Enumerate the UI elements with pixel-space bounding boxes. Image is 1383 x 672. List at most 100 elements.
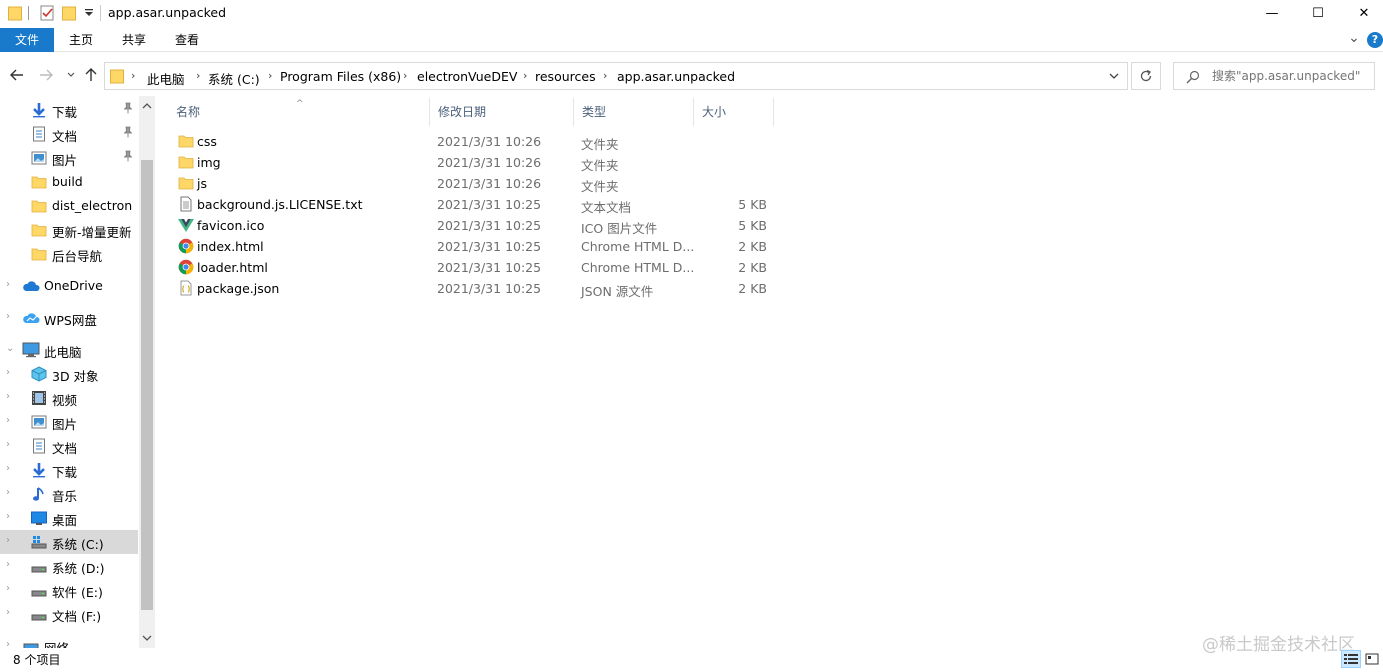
- tab-share[interactable]: 共享: [111, 28, 157, 52]
- nav-item-label: dist_electron: [52, 198, 133, 213]
- nav-item-wps[interactable]: › WPS网盘: [0, 306, 138, 330]
- file-name: favicon.ico: [197, 218, 265, 233]
- nav-item-pc-0[interactable]: › 3D 对象: [0, 362, 138, 386]
- large-icons-view-button[interactable]: [1362, 650, 1382, 668]
- scroll-down-icon[interactable]: [142, 635, 152, 642]
- column-name[interactable]: 名称 ^: [168, 98, 430, 126]
- file-row[interactable]: loader.html 2021/3/31 10:25 Chrome HTML D.…: [168, 257, 778, 278]
- breadcrumb-resources[interactable]: resources: [535, 69, 596, 84]
- nav-item-label: 图片: [52, 417, 78, 432]
- nav-item-onedrive[interactable]: › OneDrive: [0, 274, 138, 298]
- new-folder-icon[interactable]: [62, 5, 76, 21]
- breadcrumb-program-files[interactable]: Program Files (x86): [280, 69, 401, 84]
- nav-scrollbar[interactable]: [139, 96, 155, 648]
- refresh-button[interactable]: [1131, 62, 1161, 90]
- back-button[interactable]: [8, 66, 26, 84]
- tab-view[interactable]: 查看: [164, 28, 210, 52]
- file-date: 2021/3/31 10:25: [437, 281, 542, 296]
- nav-item-quick-5[interactable]: 更新-增量更新: [0, 218, 138, 242]
- recent-locations-button[interactable]: [62, 66, 80, 84]
- chevron-right-icon[interactable]: ›: [6, 311, 10, 322]
- nav-item-pc-7[interactable]: › 系统 (C:): [0, 530, 138, 554]
- separator: [28, 6, 29, 20]
- nav-item-label: 桌面: [52, 513, 78, 528]
- chevron-right-icon: ›: [603, 69, 608, 82]
- search-icon: [1186, 70, 1200, 84]
- nav-item-pc-5[interactable]: › 音乐: [0, 482, 138, 506]
- breadcrumb-c-drive[interactable]: 系统 (C:): [208, 69, 260, 88]
- address-history-dropdown[interactable]: [1109, 73, 1119, 80]
- file-row[interactable]: css 2021/3/31 10:26 文件夹: [168, 131, 778, 152]
- chevron-right-icon[interactable]: ›: [6, 559, 10, 570]
- file-size: 5 KB: [738, 197, 767, 212]
- nav-item-quick-6[interactable]: 后台导航: [0, 242, 138, 266]
- column-date[interactable]: 修改日期: [430, 98, 574, 126]
- nav-item-network[interactable]: › 网络: [0, 634, 138, 648]
- nav-item-quick-4[interactable]: dist_electron: [0, 194, 138, 218]
- file-row[interactable]: js 2021/3/31 10:26 文件夹: [168, 173, 778, 194]
- close-button[interactable]: ✕: [1341, 0, 1383, 26]
- column-size[interactable]: 大小: [694, 98, 774, 126]
- nav-item-pc-2[interactable]: › 图片: [0, 410, 138, 434]
- nav-item-pc-6[interactable]: › 桌面: [0, 506, 138, 530]
- nav-item-pc-3[interactable]: › 文档: [0, 434, 138, 458]
- chevron-right-icon: ›: [268, 69, 273, 82]
- nav-item-quick-2[interactable]: 图片: [0, 146, 138, 170]
- expand-ribbon-icon[interactable]: ⌄: [1347, 31, 1361, 46]
- search-input[interactable]: [1212, 69, 1372, 83]
- file-row[interactable]: favicon.ico 2021/3/31 10:25 ICO 图片文件 5 KB: [168, 215, 778, 236]
- file-name: css: [197, 134, 217, 149]
- chevron-right-icon[interactable]: ›: [6, 367, 10, 378]
- chevron-down-icon[interactable]: ⌄: [6, 343, 14, 354]
- column-type[interactable]: 类型: [574, 98, 694, 126]
- chevron-right-icon[interactable]: ›: [6, 391, 10, 402]
- close-icon: ✕: [1358, 5, 1370, 21]
- chevron-right-icon[interactable]: ›: [6, 535, 10, 546]
- scroll-thumb[interactable]: [141, 160, 153, 610]
- nav-item-quick-3[interactable]: build: [0, 170, 138, 194]
- breadcrumb-this-pc[interactable]: 此电脑: [147, 69, 185, 88]
- breadcrumb-app-asar-unpacked[interactable]: app.asar.unpacked: [617, 69, 735, 84]
- minimize-button[interactable]: —: [1249, 0, 1295, 26]
- maximize-button[interactable]: ☐: [1295, 0, 1341, 26]
- scroll-up-icon[interactable]: [142, 102, 152, 109]
- chevron-right-icon[interactable]: ›: [6, 487, 10, 498]
- search-box[interactable]: [1173, 62, 1375, 90]
- file-type: Chrome HTML D...: [581, 260, 695, 275]
- customize-toolbar-icon[interactable]: [84, 4, 94, 20]
- chevron-right-icon[interactable]: ›: [6, 583, 10, 594]
- breadcrumb-electronvuedev[interactable]: electronVueDEV: [417, 69, 517, 84]
- file-row[interactable]: package.json 2021/3/31 10:25 JSON 源文件 2 KB: [168, 278, 778, 299]
- file-row[interactable]: index.html 2021/3/31 10:25 Chrome HTML D..…: [168, 236, 778, 257]
- nav-item-quick-1[interactable]: 文档: [0, 122, 138, 146]
- desktop-icon: [31, 510, 47, 526]
- nav-item-pc-8[interactable]: › 系统 (D:): [0, 554, 138, 578]
- up-button[interactable]: [82, 66, 100, 84]
- tab-file[interactable]: 文件: [0, 28, 54, 52]
- file-date: 2021/3/31 10:25: [437, 197, 542, 212]
- chevron-right-icon[interactable]: ›: [6, 639, 10, 648]
- nav-item-this-pc[interactable]: ⌄ 此电脑: [0, 338, 138, 362]
- file-date: 2021/3/31 10:25: [437, 239, 542, 254]
- nav-item-pc-1[interactable]: › 视频: [0, 386, 138, 410]
- file-row[interactable]: img 2021/3/31 10:26 文件夹: [168, 152, 778, 173]
- tab-home[interactable]: 主页: [58, 28, 104, 52]
- nav-item-pc-9[interactable]: › 软件 (E:): [0, 578, 138, 602]
- nav-item-quick-0[interactable]: 下载: [0, 98, 138, 122]
- address-bar[interactable]: › 此电脑 › 系统 (C:) › Program Files (x86) › …: [104, 62, 1128, 90]
- chevron-right-icon[interactable]: ›: [6, 439, 10, 450]
- chevron-right-icon[interactable]: ›: [6, 607, 10, 618]
- forward-button[interactable]: [37, 66, 55, 84]
- chevron-right-icon[interactable]: ›: [6, 279, 10, 290]
- file-size: 2 KB: [738, 239, 767, 254]
- help-icon[interactable]: ?: [1367, 32, 1383, 48]
- nav-item-pc-4[interactable]: › 下载: [0, 458, 138, 482]
- properties-icon[interactable]: [40, 5, 55, 21]
- chevron-right-icon[interactable]: ›: [6, 463, 10, 474]
- details-view-button[interactable]: [1341, 650, 1361, 668]
- file-row[interactable]: background.js.LICENSE.txt 2021/3/31 10:25…: [168, 194, 778, 215]
- chevron-right-icon[interactable]: ›: [6, 511, 10, 522]
- nav-item-pc-10[interactable]: › 文档 (F:): [0, 602, 138, 626]
- chevron-right-icon[interactable]: ›: [6, 415, 10, 426]
- nav-item-label: 网络: [44, 638, 69, 648]
